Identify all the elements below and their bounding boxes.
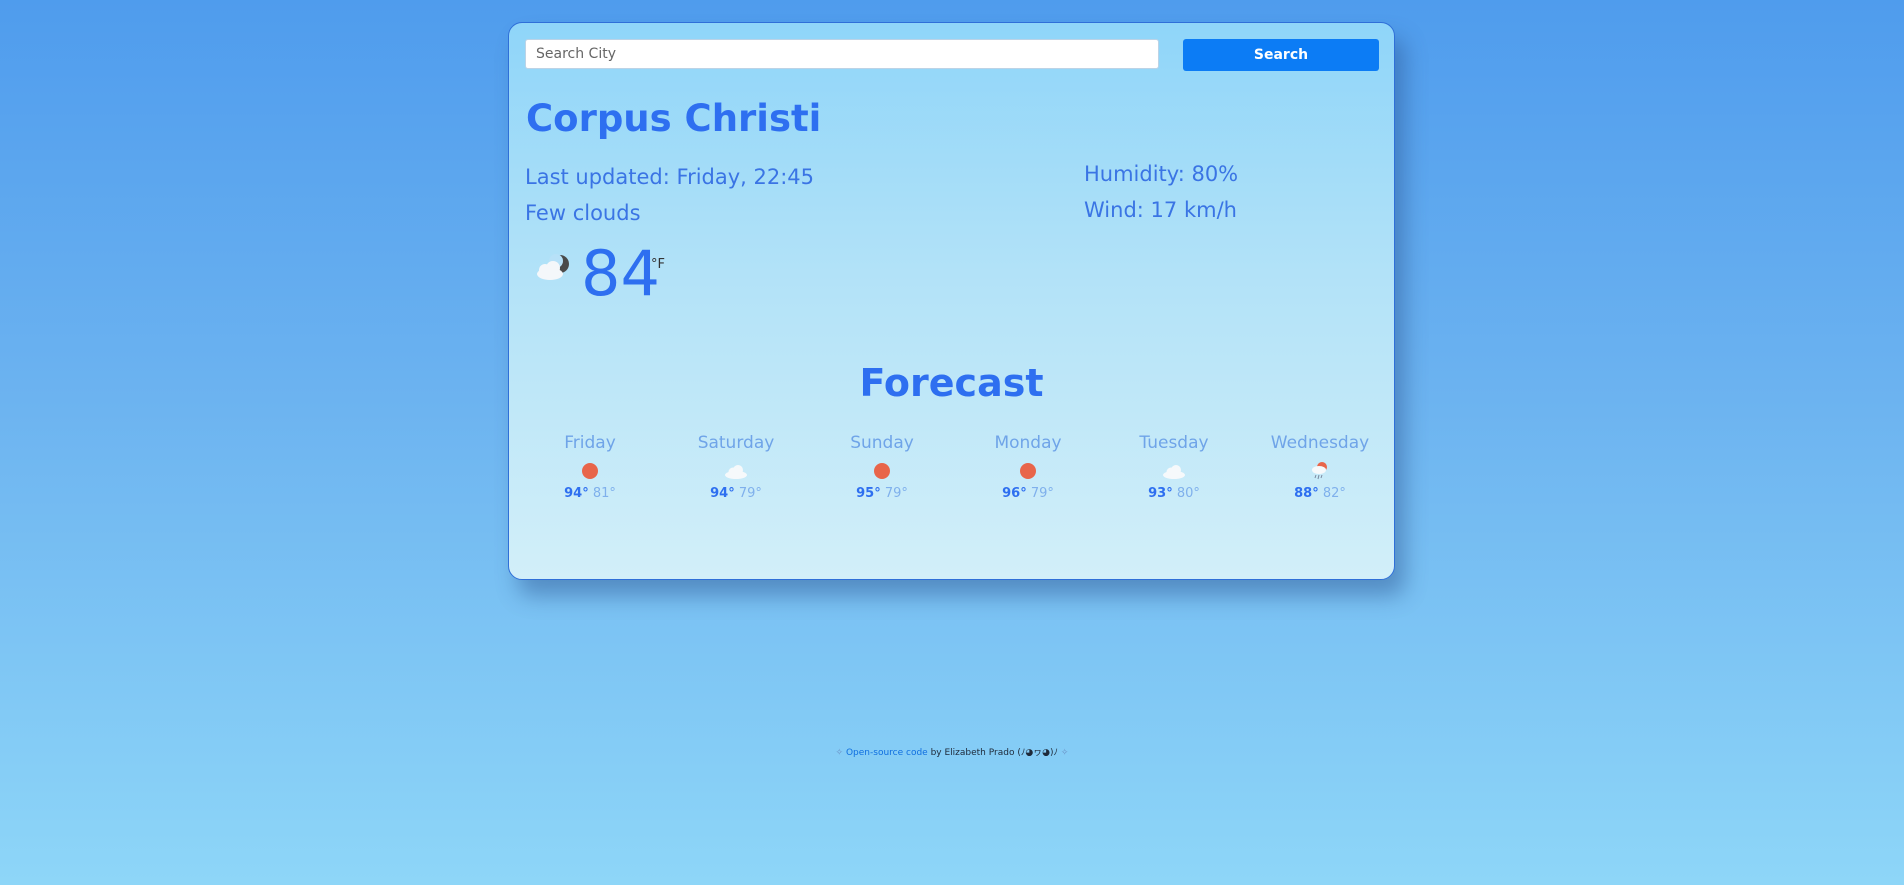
humidity-label: Humidity: [1084, 162, 1185, 186]
footer: ✧ Open-source code by Elizabeth Prado (ﾉ… [0, 745, 1904, 758]
forecast-temps: 94° 79° [663, 486, 809, 501]
forecast-temps: 88° 82° [1247, 486, 1393, 501]
forecast-min: 82° [1322, 486, 1346, 501]
rain-sun-icon [1312, 462, 1327, 480]
sparkle-icon: ✧ [1060, 748, 1069, 758]
forecast-day-monday: Monday 96° 79° [955, 433, 1101, 501]
forecast-max: 93° [1148, 486, 1173, 501]
cloud-icon [1163, 465, 1185, 479]
forecast-day-name: Saturday [697, 433, 775, 453]
last-updated-value: Friday, 22:45 [676, 165, 815, 189]
weather-description: Few clouds [525, 201, 641, 225]
forecast-temps: 93° 80° [1101, 486, 1247, 501]
sun-icon [874, 463, 890, 479]
forecast-max: 94° [710, 486, 735, 501]
forecast-min: 79° [884, 486, 908, 501]
forecast-day-name: Wednesday [1270, 433, 1370, 453]
forecast-max: 96° [1002, 486, 1027, 501]
forecast-min: 81° [592, 486, 616, 501]
forecast-min: 80° [1176, 486, 1200, 501]
few-clouds-night-icon [537, 254, 569, 280]
forecast-title: Forecast [859, 361, 1044, 405]
weather-card: Search Corpus Christi Last updated: Frid… [508, 22, 1395, 580]
forecast-temps: 96° 79° [955, 486, 1101, 501]
wind: Wind: 17 km/h [1084, 198, 1237, 222]
footer-credit: by Elizabeth Prado (ﾉ◕ヮ◕)ﾉ [927, 748, 1061, 758]
forecast-day-name: Monday [994, 433, 1062, 453]
sun-icon [582, 463, 598, 479]
humidity-value: 80% [1191, 162, 1239, 186]
forecast-day-friday: Friday 94° 81° [517, 433, 663, 501]
forecast-max: 94° [564, 486, 589, 501]
cloud-icon [725, 465, 747, 479]
forecast-day-name: Friday [564, 433, 616, 453]
last-updated: Last updated: Friday, 22:45 [525, 165, 814, 189]
last-updated-label: Last updated: [525, 165, 670, 189]
forecast-temps: 95° 79° [809, 486, 955, 501]
forecast-day-name: Sunday [850, 433, 914, 453]
wind-unit: km/h [1183, 198, 1237, 222]
forecast-day-tuesday: Tuesday 93° 80° [1101, 433, 1247, 501]
forecast-day-sunday: Sunday 95° 79° [809, 433, 955, 501]
forecast-day-name: Tuesday [1139, 433, 1209, 453]
humidity: Humidity: 80% [1084, 162, 1238, 186]
forecast-max: 88° [1294, 486, 1319, 501]
forecast-min: 79° [738, 486, 762, 501]
wind-label: Wind: [1084, 198, 1144, 222]
temperature-unit[interactable]: °F [651, 257, 665, 272]
search-button[interactable]: Search [1183, 39, 1379, 71]
city-name: Corpus Christi [526, 97, 822, 140]
wind-value: 17 [1150, 198, 1178, 222]
forecast-max: 95° [856, 486, 881, 501]
current-temperature: 84 [581, 237, 660, 310]
forecast-temps: 94° 81° [517, 486, 663, 501]
open-source-link[interactable]: Open-source code [846, 748, 928, 758]
sparkle-icon: ✧ [835, 748, 844, 758]
forecast-day-saturday: Saturday 94° 79° [663, 433, 809, 501]
forecast-day-wednesday: Wednesday 88° 82° [1247, 433, 1393, 501]
search-input[interactable] [525, 39, 1159, 69]
forecast-min: 79° [1030, 486, 1054, 501]
sun-icon [1020, 463, 1036, 479]
